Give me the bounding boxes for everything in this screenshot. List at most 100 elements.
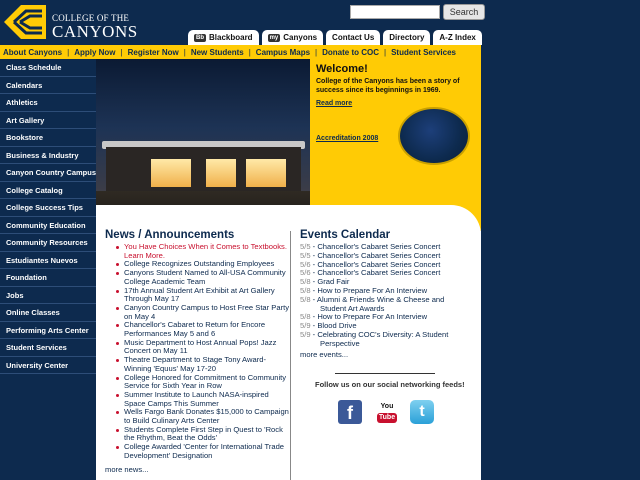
event-text: How to Prepare For An Interview <box>317 312 428 322</box>
topnav-new-students[interactable]: New Students <box>191 48 244 57</box>
sidebar-item-canyon-country-campus[interactable]: Canyon Country Campus <box>0 164 96 182</box>
sidebar-item-bookstore[interactable]: Bookstore <box>0 129 96 147</box>
youtube-text-bottom: Tube <box>377 413 397 423</box>
event-date: 5/8 <box>300 277 311 287</box>
topnav-about-canyons[interactable]: About Canyons <box>3 48 62 57</box>
right-background <box>481 45 640 480</box>
sidebar-nav: Class Schedule Calendars Athletics Art G… <box>0 59 96 480</box>
sidebar-item-college-catalog[interactable]: College Catalog <box>0 182 96 199</box>
logo-line2: CANYONS <box>52 22 138 41</box>
news-item[interactable]: You Have Choices When it Comes to Textbo… <box>105 242 290 260</box>
youtube-text-top: You <box>380 403 394 410</box>
sidebar-item-business-industry[interactable]: Business & Industry <box>0 147 96 164</box>
tab-contact-us[interactable]: Contact Us <box>326 30 381 45</box>
building-window <box>151 159 191 187</box>
event-text: Chancellor's Cabaret Series Concert <box>317 242 441 251</box>
news-item[interactable]: College Awarded 'Center for Internationa… <box>105 442 290 460</box>
sidebar-item-athletics[interactable]: Athletics <box>0 94 96 112</box>
event-item[interactable]: 5/9 - Celebrating COC's Diversity: A Stu… <box>300 329 472 349</box>
event-text: Blood Drive <box>317 321 357 331</box>
sidebar-item-art-gallery[interactable]: Art Gallery <box>0 112 96 129</box>
accreditation-link[interactable]: Accreditation 2008 <box>316 135 378 142</box>
sidebar-item-community-education[interactable]: Community Education <box>0 217 96 234</box>
event-text: Chancellor's Cabaret Series Concert <box>317 250 441 260</box>
events-list: 5/5 - Chancellor's Cabaret Series Concer… <box>300 242 472 349</box>
more-events-link[interactable]: more events... <box>300 350 472 359</box>
sidebar-item-class-schedule[interactable]: Class Schedule <box>0 59 96 77</box>
event-text: Celebrating COC's Diversity: A Student P… <box>317 329 449 348</box>
sidebar-item-college-success-tips[interactable]: College Success Tips <box>0 199 96 217</box>
tab-directory[interactable]: Directory <box>383 30 431 45</box>
topnav-separator: | <box>120 47 123 57</box>
topnav-separator: | <box>384 47 387 57</box>
social-divider <box>335 373 435 374</box>
twitter-icon[interactable]: t <box>410 400 434 424</box>
building-window <box>206 159 236 187</box>
event-date: 5/8 <box>300 312 311 322</box>
news-item[interactable]: 17th Annual Student Art Exhibit at Art G… <box>105 286 290 304</box>
college-logo[interactable]: COLLEGE OF THE CANYONS <box>4 4 137 42</box>
news-item[interactable]: Canyon Country Campus to Host Free Star … <box>105 303 290 321</box>
sidebar-item-online-classes[interactable]: Online Classes <box>0 304 96 322</box>
sidebar-item-calendars[interactable]: Calendars <box>0 77 96 94</box>
site-header: COLLEGE OF THE CANYONS Search Bb Blackboa… <box>0 0 640 45</box>
event-text: Chancellor's Cabaret Series Concert <box>317 259 441 269</box>
social-label: Follow us on our social networking feeds… <box>315 380 465 389</box>
tab-az-index[interactable]: A-Z Index <box>433 30 482 45</box>
news-item[interactable]: Theatre Department to Stage Tony Award-W… <box>105 355 290 373</box>
tab-blackboard[interactable]: Bb Blackboard <box>188 30 259 45</box>
event-date: 5/6 <box>300 268 311 278</box>
news-item[interactable]: Canyons Student Named to All-USA Communi… <box>105 268 290 286</box>
more-news-link[interactable]: more news... <box>105 465 290 474</box>
news-title: News / Announcements <box>105 229 235 241</box>
search-button[interactable]: Search <box>443 4 485 20</box>
event-date: 5/8 <box>300 285 311 295</box>
news-item[interactable]: Music Department to Host Annual Pops! Ja… <box>105 338 290 356</box>
sidebar-item-estudiantes-nuevos[interactable]: Estudiantes Nuevos <box>0 252 96 269</box>
read-more-link[interactable]: Read more <box>316 100 352 107</box>
event-item[interactable]: 5/8 - Alumni & Friends Wine & Cheese and… <box>300 294 472 314</box>
event-date: 5/9 <box>300 321 311 331</box>
sidebar-item-community-resources[interactable]: Community Resources <box>0 234 96 252</box>
news-item[interactable]: Chancellor's Cabaret to Return for Encor… <box>105 320 290 338</box>
event-date: 5/5 <box>300 242 311 251</box>
college-seal-icon[interactable] <box>398 107 470 165</box>
topnav-donate[interactable]: Donate to COC <box>322 48 379 57</box>
news-section: News / Announcements You Have Choices Wh… <box>105 229 290 474</box>
sidebar-item-foundation[interactable]: Foundation <box>0 269 96 287</box>
building-window <box>246 159 286 187</box>
topnav-separator: | <box>248 47 251 57</box>
welcome-title: Welcome! <box>316 63 368 75</box>
event-date: 5/5 <box>300 250 311 260</box>
news-item[interactable]: College Honored for Commitment to Commun… <box>105 373 290 391</box>
event-text: Alumni & Friends Wine & Cheese and Stude… <box>316 294 445 313</box>
events-section: Events Calendar 5/5 - Chancellor's Cabar… <box>300 229 472 359</box>
sidebar-item-university-center[interactable]: University Center <box>0 357 96 374</box>
news-item[interactable]: Summer Institute to Launch NASA-inspired… <box>105 390 290 408</box>
topnav-student-services[interactable]: Student Services <box>391 48 456 57</box>
event-text: Grad Fair <box>317 277 350 287</box>
blackboard-badge-icon: Bb <box>194 33 206 42</box>
event-text: Chancellor's Cabaret Series Concert <box>317 268 441 278</box>
youtube-icon[interactable]: You Tube <box>375 400 399 424</box>
news-item[interactable]: Students Complete First Step in Quest to… <box>105 425 290 443</box>
welcome-text: College of the Canyons has been a story … <box>316 78 460 94</box>
topnav-separator: | <box>183 47 186 57</box>
topnav-campus-maps[interactable]: Campus Maps <box>256 48 310 57</box>
sidebar-item-performing-arts-center[interactable]: Performing Arts Center <box>0 322 96 339</box>
topnav-separator: | <box>315 47 318 57</box>
facebook-icon[interactable]: f <box>338 400 362 424</box>
mycanyons-badge-icon: my <box>267 33 281 42</box>
tab-label: Canyons <box>283 33 318 42</box>
sidebar-item-jobs[interactable]: Jobs <box>0 287 96 304</box>
news-item[interactable]: Wells Fargo Bank Donates $15,000 to Camp… <box>105 407 290 425</box>
tab-mycanyons[interactable]: my Canyons <box>261 30 324 45</box>
column-divider <box>290 231 291 480</box>
top-navigation: About Canyons | Apply Now | Register Now | … <box>0 45 481 59</box>
search-input[interactable] <box>350 5 440 19</box>
news-list: You Have Choices When it Comes to Textbo… <box>105 242 290 461</box>
sidebar-item-student-services[interactable]: Student Services <box>0 339 96 357</box>
topnav-apply-now[interactable]: Apply Now <box>74 48 115 57</box>
topnav-register-now[interactable]: Register Now <box>128 48 179 57</box>
logo-mark-icon <box>4 5 46 39</box>
